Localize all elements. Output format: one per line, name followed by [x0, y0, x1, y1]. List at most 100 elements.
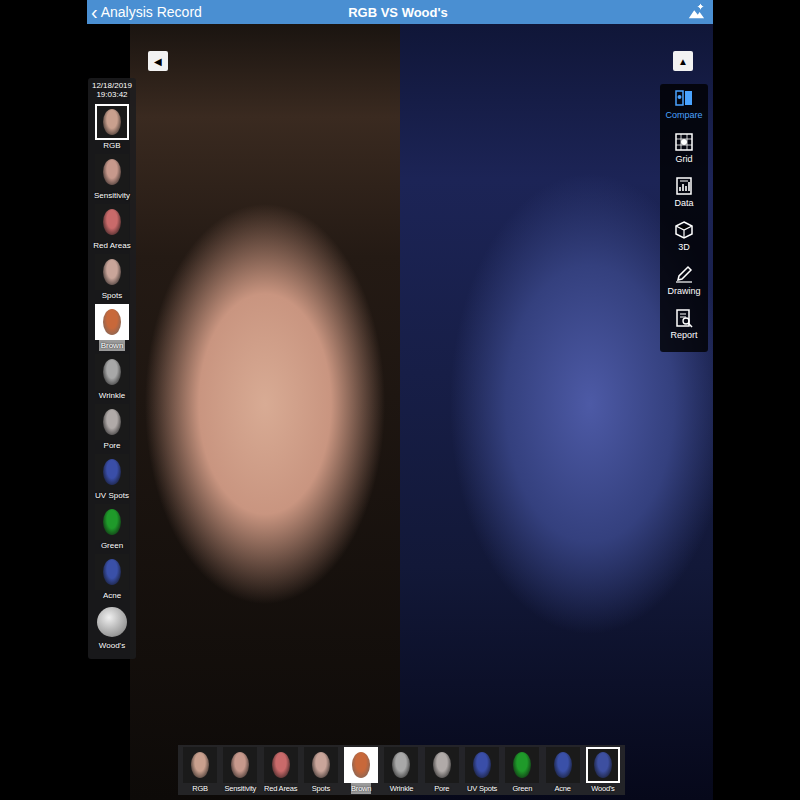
- thumbnail-face: [103, 559, 121, 585]
- strip-label[interactable]: Spots: [312, 783, 330, 794]
- mode-thumbnail[interactable]: [95, 454, 129, 490]
- back-label[interactable]: Analysis Record: [101, 4, 202, 20]
- back-chevron-icon[interactable]: ‹: [91, 3, 98, 21]
- mode-thumbnail[interactable]: [95, 354, 129, 390]
- strip-item[interactable]: UV Spots: [462, 745, 502, 795]
- date-text: 12/18/2019: [92, 81, 132, 90]
- strip-item[interactable]: Wrinkle: [381, 745, 421, 795]
- sidebar-label[interactable]: Red Areas: [91, 240, 132, 251]
- sidebar-item[interactable]: Pore: [89, 404, 135, 451]
- sidebar-item[interactable]: UV Spots: [89, 454, 135, 501]
- landscape-icon: [687, 3, 705, 21]
- tool-button[interactable]: Drawing: [667, 264, 700, 304]
- woods-button-icon[interactable]: [97, 607, 127, 637]
- mode-thumbnail[interactable]: [95, 204, 129, 240]
- strip-item[interactable]: Acne: [543, 745, 583, 795]
- mode-thumbnail[interactable]: [95, 104, 129, 140]
- mode-thumbnail[interactable]: [223, 747, 257, 783]
- strip-item[interactable]: Brown: [341, 745, 381, 795]
- rgb-photo[interactable]: [130, 24, 400, 800]
- mode-thumbnail[interactable]: [95, 304, 129, 340]
- strip-label[interactable]: Sensitivity: [225, 783, 257, 794]
- strip-label[interactable]: Acne: [555, 783, 571, 794]
- mode-thumbnail[interactable]: [505, 747, 539, 783]
- mode-thumbnail[interactable]: [586, 747, 620, 783]
- thumbnail-face: [473, 752, 491, 778]
- strip-label[interactable]: Brown: [351, 783, 371, 794]
- mode-thumbnail[interactable]: [95, 504, 129, 540]
- thumbnail-face: [594, 752, 612, 778]
- mode-thumbnail[interactable]: [546, 747, 580, 783]
- thumbnail-face: [312, 752, 330, 778]
- strip-label[interactable]: Wrinkle: [390, 783, 413, 794]
- pencil-icon: [674, 264, 694, 284]
- tool-label[interactable]: Data: [674, 198, 693, 208]
- tool-button[interactable]: Data: [674, 176, 694, 216]
- collapse-toolbar-button[interactable]: ▲: [673, 51, 693, 71]
- tool-button[interactable]: Grid: [674, 132, 694, 172]
- back-button[interactable]: ‹Analysis Record: [91, 3, 296, 21]
- sidebar-label[interactable]: Sensitivity: [92, 190, 132, 201]
- sidebar-label[interactable]: Spots: [100, 290, 124, 301]
- timestamp: 12/18/201919:03:42: [92, 81, 132, 99]
- strip-label[interactable]: Wood's: [591, 783, 614, 794]
- sidebar-item[interactable]: Sensitivity: [89, 154, 135, 201]
- sidebar-label[interactable]: Wood's: [97, 640, 127, 651]
- sidebar-label[interactable]: Acne: [101, 590, 123, 601]
- sidebar-item[interactable]: Green: [89, 504, 135, 551]
- data-icon: [674, 176, 694, 196]
- compare-view: [87, 24, 713, 800]
- mode-thumbnail[interactable]: [425, 747, 459, 783]
- strip-label[interactable]: Pore: [434, 783, 449, 794]
- tool-label[interactable]: Compare: [665, 110, 702, 120]
- mode-thumbnail[interactable]: [95, 154, 129, 190]
- strip-label[interactable]: Green: [512, 783, 532, 794]
- strip-item[interactable]: Sensitivity: [220, 745, 260, 795]
- strip-label[interactable]: Red Areas: [264, 783, 297, 794]
- page-title: RGB VS Wood's: [296, 5, 501, 20]
- tool-label[interactable]: Report: [670, 330, 697, 340]
- mode-thumbnail[interactable]: [465, 747, 499, 783]
- compare-icon: [674, 88, 694, 108]
- sidebar-label[interactable]: Green: [99, 540, 125, 551]
- sidebar-label[interactable]: Wrinkle: [97, 390, 128, 401]
- sidebar-item[interactable]: Spots: [89, 254, 135, 301]
- collapse-left-button[interactable]: ◀: [148, 51, 168, 71]
- tool-button[interactable]: Compare: [665, 88, 702, 128]
- sidebar-item[interactable]: Red Areas: [89, 204, 135, 251]
- mode-sidebar: 12/18/201919:03:42 RGB Sensitivity Red Area…: [88, 78, 136, 659]
- strip-item[interactable]: Red Areas: [261, 745, 301, 795]
- strip-item[interactable]: Wood's: [583, 745, 623, 795]
- sidebar-label[interactable]: Brown: [99, 340, 126, 351]
- strip-item[interactable]: Pore: [422, 745, 462, 795]
- thumbnail-face: [433, 752, 451, 778]
- strip-item[interactable]: Green: [502, 745, 542, 795]
- sidebar-label[interactable]: UV Spots: [93, 490, 131, 501]
- sidebar-label[interactable]: Pore: [102, 440, 123, 451]
- tool-label[interactable]: Drawing: [667, 286, 700, 296]
- mode-thumbnail[interactable]: [95, 554, 129, 590]
- sidebar-item[interactable]: Brown: [89, 304, 135, 351]
- mode-thumbnail[interactable]: [95, 404, 129, 440]
- mode-thumbnail[interactable]: [344, 747, 378, 783]
- mode-thumbnail[interactable]: [384, 747, 418, 783]
- thumbnail-face: [103, 409, 121, 435]
- strip-item[interactable]: Spots: [301, 745, 341, 795]
- strip-item[interactable]: RGB: [180, 745, 220, 795]
- sidebar-label[interactable]: RGB: [101, 140, 122, 151]
- mode-thumbnail[interactable]: [183, 747, 217, 783]
- tool-button[interactable]: 3D: [674, 220, 694, 260]
- mode-thumbnail[interactable]: [304, 747, 338, 783]
- sidebar-item[interactable]: RGB: [89, 104, 135, 151]
- mode-thumbnail[interactable]: [95, 254, 129, 290]
- tool-button[interactable]: Report: [670, 308, 697, 348]
- sidebar-item[interactable]: Acne: [89, 554, 135, 601]
- mode-thumbnail[interactable]: [264, 747, 298, 783]
- strip-label[interactable]: RGB: [192, 783, 208, 794]
- gallery-button[interactable]: [500, 3, 705, 21]
- tool-label[interactable]: Grid: [675, 154, 692, 164]
- tool-label[interactable]: 3D: [678, 242, 690, 252]
- sidebar-item[interactable]: Wood's: [89, 604, 135, 651]
- sidebar-item[interactable]: Wrinkle: [89, 354, 135, 401]
- strip-label[interactable]: UV Spots: [467, 783, 497, 794]
